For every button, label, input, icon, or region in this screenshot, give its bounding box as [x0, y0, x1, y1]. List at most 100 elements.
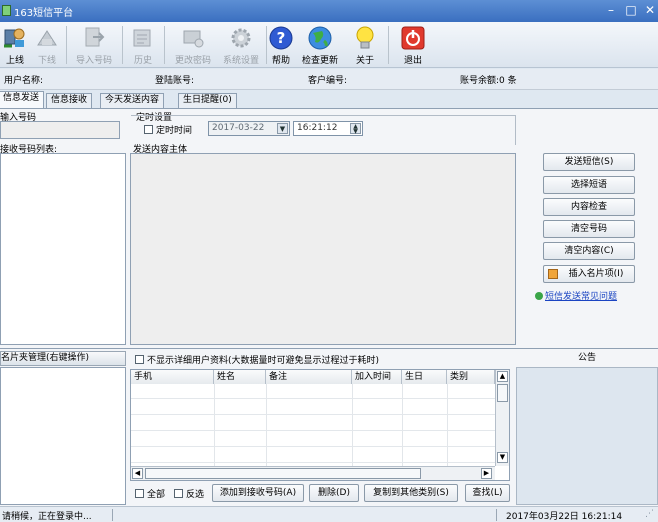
column-note[interactable]: 备注 — [266, 370, 352, 384]
tab-send-message[interactable]: 信息发送 — [0, 91, 45, 108]
tab-strip: 信息发送 信息接收 今天发送内容 生日提醒(0) — [0, 91, 658, 108]
time-spinner-icon[interactable]: ▲ ▼ — [350, 123, 361, 135]
exit-button[interactable]: 退出 — [398, 22, 428, 68]
detail-checkbox-label: 不显示详细用户资料(大数据量时可避免显示过程过于耗时) — [147, 356, 380, 366]
select-all-check-box[interactable] — [135, 489, 144, 498]
detail-checkbox[interactable]: 不显示详细用户资料(大数据量时可避免显示过程过于耗时) — [135, 353, 379, 366]
invert-selection-checkbox[interactable]: 反选 — [174, 487, 204, 500]
column-birthday[interactable]: 生日 — [402, 370, 447, 384]
table-row[interactable] — [131, 448, 496, 463]
import-numbers-button[interactable]: 导入号码 — [70, 22, 118, 68]
offline-button[interactable]: 下线 — [32, 22, 62, 68]
help-button[interactable]: ? 帮助 — [268, 22, 294, 68]
tab-birthday-reminder[interactable]: 生日提醒(0) — [178, 93, 237, 108]
send-panel: 输入号码 接收号码列表: 定时设置 定时时间 2017-03-22 ▼ 16:2… — [0, 108, 658, 348]
tab-receive-message[interactable]: 信息接收 — [46, 93, 93, 108]
minimize-button[interactable]: – — [602, 3, 620, 18]
about-button[interactable]: 关于 — [350, 22, 380, 68]
toolbar-separator — [266, 26, 267, 64]
import-icon — [81, 25, 107, 51]
check-update-button[interactable]: 检查更新 — [297, 22, 343, 68]
schedule-checkbox[interactable]: 定时时间 — [144, 123, 192, 136]
toolbar: 上线 下线 导入号码 历史 更改密码 系统设置 ? 帮助 检查更新 关于 退出 — [0, 22, 658, 68]
offline-icon — [34, 25, 60, 51]
schedule-check-box[interactable] — [144, 125, 153, 134]
online-button[interactable]: 上线 — [0, 22, 30, 68]
scroll-left-icon[interactable]: ◀ — [132, 468, 143, 479]
resize-grip-icon[interactable]: ⋰ — [645, 509, 654, 519]
table-row[interactable] — [131, 400, 496, 415]
delete-button[interactable]: 删除(D) — [309, 484, 359, 502]
close-button[interactable]: ✕ — [641, 3, 658, 18]
vertical-scrollbar[interactable]: ▲ ▼ — [495, 370, 509, 466]
select-all-checkbox[interactable]: 全部 — [135, 487, 165, 500]
account-info-bar: 用户名称: 登陆账号: 客户编号: 账号余额:0 条 — [0, 69, 658, 90]
column-phone[interactable]: 手机 — [131, 370, 214, 384]
table-row[interactable] — [131, 416, 496, 431]
notice-title: 公告 — [577, 353, 596, 363]
notice-panel — [516, 367, 658, 505]
content-check-button[interactable]: 内容检查 — [543, 198, 635, 216]
add-to-recipients-button[interactable]: 添加到接收号码(A) — [212, 484, 304, 502]
clear-numbers-button[interactable]: 清空号码 — [543, 220, 635, 238]
customer-number-label: 客户编号: — [308, 76, 348, 86]
copy-to-category-button[interactable]: 复制到其他类别(S) — [364, 484, 458, 502]
history-button[interactable]: 历史 — [126, 22, 160, 68]
system-settings-button[interactable]: 系统设置 — [218, 22, 264, 68]
status-message: 请稍候，正在登录中... — [2, 512, 92, 522]
insert-card-button[interactable]: 插入名片项(I) — [543, 265, 635, 283]
find-button[interactable]: 查找(L) — [465, 484, 510, 502]
folder-header: 名片夹管理(右键操作) — [0, 351, 126, 366]
table-row[interactable] — [131, 384, 496, 399]
faq-link[interactable]: 短信发送常见问题 — [535, 289, 617, 302]
scroll-up-icon[interactable]: ▲ — [497, 371, 508, 382]
dropdown-arrow-icon[interactable]: ▼ — [277, 123, 288, 134]
contacts-grid[interactable]: 手机 姓名 备注 加入时间 生日 类别 ▲ ▼ ◀ ▶ — [130, 369, 510, 481]
contact-folder-tree[interactable] — [0, 367, 126, 505]
recipients-list[interactable] — [0, 153, 126, 345]
help-icon: ? — [268, 25, 294, 51]
lightbulb-icon — [352, 25, 378, 51]
notice-header: 公告 — [516, 351, 658, 366]
online-icon — [2, 25, 28, 51]
message-content-area[interactable] — [130, 153, 516, 345]
number-input[interactable] — [0, 121, 120, 139]
clear-content-button[interactable]: 清空内容(C) — [543, 242, 635, 260]
app-icon — [2, 5, 11, 16]
table-row[interactable] — [131, 432, 496, 447]
invert-check-box[interactable] — [174, 489, 183, 498]
globe-icon — [307, 25, 333, 51]
horizontal-scroll-thumb[interactable] — [145, 468, 421, 479]
link-icon — [535, 292, 543, 300]
faq-link-label: 短信发送常见问题 — [545, 292, 618, 302]
tab-today-sent[interactable]: 今天发送内容 — [100, 93, 165, 108]
horizontal-scrollbar[interactable]: ◀ ▶ — [131, 466, 495, 480]
send-sms-button[interactable]: 发送短信(S) — [543, 153, 635, 171]
toolbar-separator — [122, 26, 123, 64]
status-divider — [112, 509, 113, 521]
column-category[interactable]: 类别 — [447, 370, 495, 384]
select-template-button[interactable]: 选择短语 — [543, 176, 635, 194]
status-bar: 请稍候，正在登录中... 2017年03月22日 16:21:14 ⋰ — [0, 506, 658, 522]
scroll-thumb[interactable] — [497, 384, 508, 402]
scroll-right-icon[interactable]: ▶ — [481, 468, 492, 479]
login-account-label: 登陆账号: — [155, 76, 195, 86]
scroll-down-icon[interactable]: ▼ — [497, 452, 508, 463]
schedule-time-picker[interactable]: 16:21:12 ▲ ▼ — [293, 121, 363, 136]
status-datetime: 2017年03月22日 16:21:14 — [506, 512, 623, 522]
invert-label: 反选 — [186, 490, 205, 500]
toolbar-separator — [164, 26, 165, 64]
column-join-time[interactable]: 加入时间 — [352, 370, 402, 384]
change-password-button[interactable]: 更改密码 — [168, 22, 218, 68]
detail-check-box[interactable] — [135, 355, 144, 364]
schedule-date-value: 2017-03-22 — [212, 123, 265, 133]
card-icon — [548, 269, 558, 279]
column-name[interactable]: 姓名 — [214, 370, 266, 384]
schedule-date-picker[interactable]: 2017-03-22 ▼ — [208, 121, 290, 136]
svg-text:?: ? — [277, 29, 286, 47]
username-label: 用户名称: — [4, 76, 44, 86]
contacts-panel: 名片夹管理(右键操作) 不显示详细用户资料(大数据量时可避免显示过程过于耗时) … — [0, 348, 658, 506]
schedule-checkbox-label: 定时时间 — [156, 126, 193, 136]
maximize-button[interactable]: □ — [622, 3, 640, 18]
status-divider — [496, 509, 497, 521]
